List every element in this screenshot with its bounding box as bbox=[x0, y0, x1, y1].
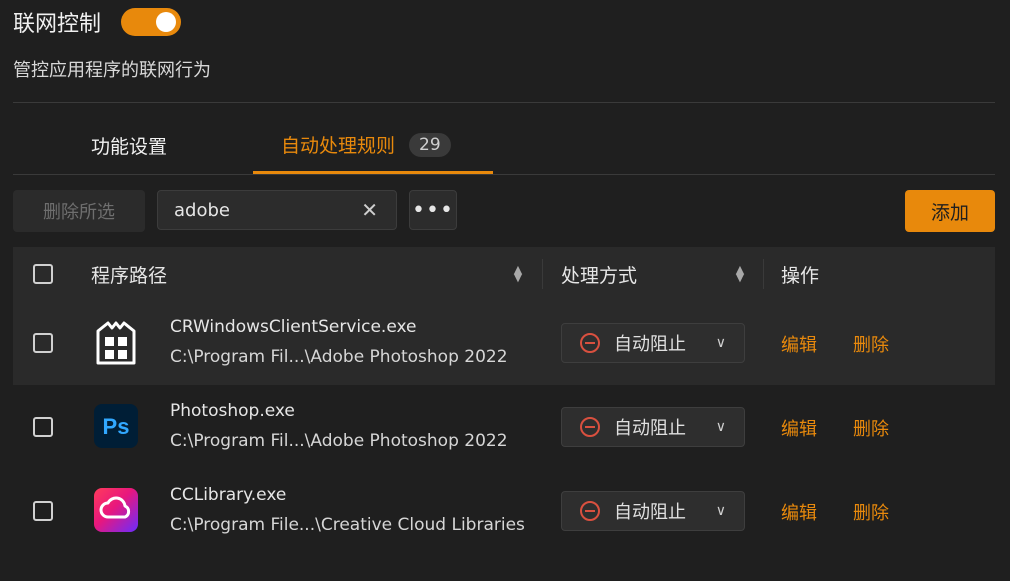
mode-value: 自动阻止 bbox=[614, 502, 686, 523]
delete-link[interactable]: 删除 bbox=[853, 499, 889, 525]
rule-count-badge: 29 bbox=[409, 132, 451, 157]
more-options-button[interactable]: ••• bbox=[409, 190, 457, 230]
program-path: C:\Program File...\Creative Cloud Librar… bbox=[170, 515, 525, 535]
generic-app-icon bbox=[96, 321, 136, 365]
mode-select[interactable]: 自动阻止 ∨ bbox=[561, 323, 745, 363]
tab-auto-rules[interactable]: 自动处理规则 29 bbox=[253, 118, 493, 174]
sort-mode-icon[interactable]: ▲ ▼ bbox=[735, 264, 745, 283]
block-icon bbox=[580, 501, 600, 521]
toolbar: 删除所选 ✕ ••• 添加 bbox=[13, 190, 995, 232]
edit-link[interactable]: 编辑 bbox=[781, 331, 817, 357]
program-name: Photoshop.exe bbox=[170, 401, 295, 421]
delete-selected-button[interactable]: 删除所选 bbox=[13, 190, 145, 232]
program-name: CCLibrary.exe bbox=[170, 485, 287, 505]
program-path: C:\Program Fil...\Adobe Photoshop 2022 bbox=[170, 347, 508, 367]
program-name: CRWindowsClientService.exe bbox=[170, 317, 417, 337]
clear-icon[interactable]: ✕ bbox=[361, 198, 378, 222]
tab-settings[interactable]: 功能设置 bbox=[91, 118, 167, 173]
row-checkbox[interactable] bbox=[33, 417, 53, 437]
edit-link[interactable]: 编辑 bbox=[781, 415, 817, 441]
select-all-checkbox[interactable] bbox=[33, 264, 53, 284]
more-icon: ••• bbox=[412, 197, 454, 223]
mode-value: 自动阻止 bbox=[614, 334, 686, 355]
photoshop-icon: Ps bbox=[94, 404, 138, 448]
network-control-toggle[interactable] bbox=[121, 8, 182, 36]
add-button[interactable]: 添加 bbox=[905, 190, 995, 232]
chevron-down-icon: ∨ bbox=[715, 335, 726, 351]
mode-select[interactable]: 自动阻止 ∨ bbox=[561, 491, 745, 531]
table-row: CRWindowsClientService.exe C:\Program Fi… bbox=[13, 301, 995, 385]
page-subtitle: 管控应用程序的联网行为 bbox=[13, 60, 211, 81]
mode-value: 自动阻止 bbox=[614, 418, 686, 439]
search-box: ✕ bbox=[157, 190, 397, 230]
column-header-path: 程序路径 bbox=[91, 264, 168, 287]
block-icon bbox=[580, 333, 600, 353]
table-header: 程序路径 ▲ ▼ 处理方式 ▲ ▼ 操作 bbox=[13, 247, 995, 301]
chevron-down-icon: ∨ bbox=[715, 503, 726, 519]
column-header-actions: 操作 bbox=[781, 264, 820, 287]
column-header-mode: 处理方式 bbox=[561, 264, 638, 287]
toggle-knob bbox=[156, 12, 177, 32]
page-title: 联网控制 bbox=[13, 12, 102, 37]
svg-text:Ps: Ps bbox=[103, 414, 130, 439]
rules-table: 程序路径 ▲ ▼ 处理方式 ▲ ▼ 操作 CRWindowsClientServic… bbox=[13, 247, 995, 553]
divider bbox=[13, 102, 995, 103]
edit-link[interactable]: 编辑 bbox=[781, 499, 817, 525]
tab-bar: 功能设置 自动处理规则 29 bbox=[13, 118, 995, 175]
delete-link[interactable]: 删除 bbox=[853, 331, 889, 357]
chevron-down-icon: ∨ bbox=[715, 419, 726, 435]
delete-link[interactable]: 删除 bbox=[853, 415, 889, 441]
column-divider bbox=[763, 259, 764, 289]
row-checkbox[interactable] bbox=[33, 501, 53, 521]
row-checkbox[interactable] bbox=[33, 333, 53, 353]
header: 联网控制 bbox=[13, 6, 182, 38]
tab-label: 自动处理规则 bbox=[281, 135, 396, 157]
sort-path-icon[interactable]: ▲ ▼ bbox=[513, 264, 523, 283]
creative-cloud-icon bbox=[94, 488, 138, 532]
search-input[interactable] bbox=[172, 198, 356, 222]
table-row: CCLibrary.exe C:\Program File...\Creativ… bbox=[13, 469, 995, 553]
block-icon bbox=[580, 417, 600, 437]
mode-select[interactable]: 自动阻止 ∨ bbox=[561, 407, 745, 447]
program-path: C:\Program Fil...\Adobe Photoshop 2022 bbox=[170, 431, 508, 451]
table-row: Ps Photoshop.exe C:\Program Fil...\Adobe… bbox=[13, 385, 995, 469]
column-divider bbox=[542, 259, 543, 289]
